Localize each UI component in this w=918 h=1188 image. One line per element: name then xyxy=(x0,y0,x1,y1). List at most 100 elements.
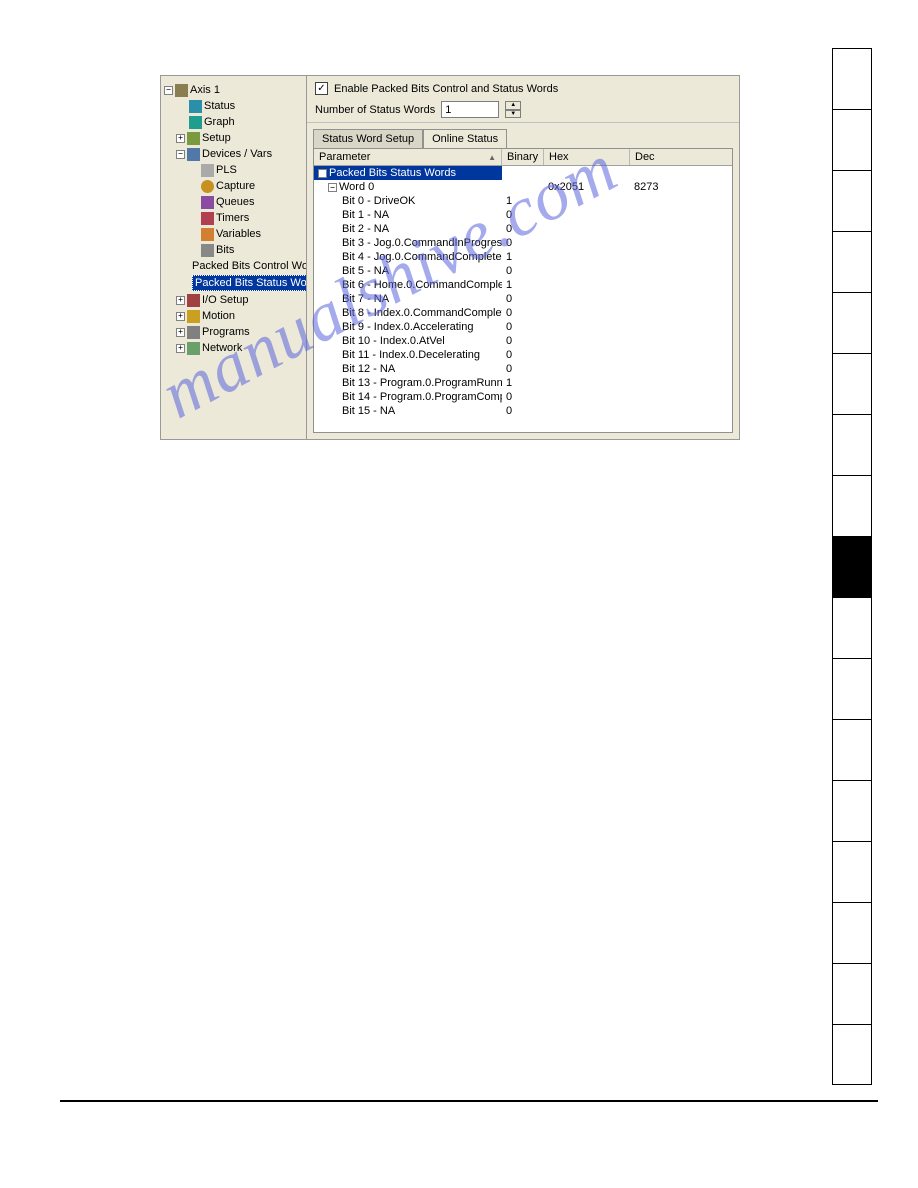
bit-label: Bit 15 - NA xyxy=(314,404,502,418)
side-tab[interactable] xyxy=(832,414,872,475)
table-body: −Packed Bits Status Words −Word 0 0x2051… xyxy=(314,166,732,418)
app-window: − Axis 1 Status Graph xyxy=(160,75,740,440)
tab-status-word-setup[interactable]: Status Word Setup xyxy=(313,129,423,148)
bit-value: 0 xyxy=(502,404,544,418)
collapse-icon[interactable]: − xyxy=(318,169,327,178)
side-tab[interactable] xyxy=(832,963,872,1024)
side-tab-strip xyxy=(832,48,872,1085)
side-tab[interactable] xyxy=(832,475,872,536)
side-tab[interactable] xyxy=(832,353,872,414)
row-root-label: Packed Bits Status Words xyxy=(329,167,456,179)
side-tab[interactable] xyxy=(832,597,872,658)
table-row-bit[interactable]: Bit 2 - NA0 xyxy=(314,222,732,236)
collapse-icon[interactable]: − xyxy=(328,183,337,192)
bit-label: Bit 4 - Jog.0.CommandComplete xyxy=(314,250,502,264)
tree-pls[interactable]: PLS xyxy=(188,162,303,178)
table-row-bit[interactable]: Bit 1 - NA0 xyxy=(314,208,732,222)
expand-icon[interactable]: + xyxy=(176,296,185,305)
table-row-bit[interactable]: Bit 6 - Home.0.CommandComplete1 xyxy=(314,278,732,292)
bit-value: 0 xyxy=(502,264,544,278)
tree-psw[interactable]: Packed Bits Status Words xyxy=(188,274,303,292)
bit-value: 0 xyxy=(502,348,544,362)
variables-icon xyxy=(201,228,214,241)
expand-icon[interactable]: + xyxy=(176,344,185,353)
tree-devices[interactable]: − Devices / Vars xyxy=(176,146,303,162)
table-row-bit[interactable]: Bit 8 - Index.0.CommandComplete0 xyxy=(314,306,732,320)
table-row-bit[interactable]: Bit 3 - Jog.0.CommandInProgress0 xyxy=(314,236,732,250)
side-tab[interactable] xyxy=(832,902,872,963)
side-tab[interactable] xyxy=(832,780,872,841)
table-row-bit[interactable]: Bit 7 - NA0 xyxy=(314,292,732,306)
side-tab[interactable] xyxy=(832,109,872,170)
table-row-bit[interactable]: Bit 15 - NA0 xyxy=(314,404,732,418)
expand-icon[interactable]: + xyxy=(176,134,185,143)
tree-queues[interactable]: Queues xyxy=(188,194,303,210)
side-tab[interactable] xyxy=(832,719,872,780)
num-words-label: Number of Status Words xyxy=(315,104,435,116)
tree-pcw[interactable]: Packed Bits Control Words xyxy=(188,258,303,274)
tabs: Status Word Setup Online Status xyxy=(307,123,739,148)
bit-label: Bit 10 - Index.0.AtVel xyxy=(314,334,502,348)
tree-variables[interactable]: Variables xyxy=(188,226,303,242)
bit-label: Bit 5 - NA xyxy=(314,264,502,278)
col-dec[interactable]: Dec xyxy=(630,149,710,165)
side-tab[interactable] xyxy=(832,1024,872,1085)
table-row-bit[interactable]: Bit 11 - Index.0.Decelerating0 xyxy=(314,348,732,362)
expand-icon[interactable]: + xyxy=(176,328,185,337)
side-tab[interactable] xyxy=(832,658,872,719)
side-tab[interactable] xyxy=(832,292,872,353)
table-row-bit[interactable]: Bit 13 - Program.0.ProgramRunning1 xyxy=(314,376,732,390)
sort-asc-icon: ▲ xyxy=(488,153,496,162)
table-row-bit[interactable]: Bit 9 - Index.0.Accelerating0 xyxy=(314,320,732,334)
table-row-bit[interactable]: Bit 12 - NA0 xyxy=(314,362,732,376)
bit-value: 0 xyxy=(502,390,544,404)
tree-capture[interactable]: Capture xyxy=(188,178,303,194)
bit-value: 1 xyxy=(502,250,544,264)
table-row-bit[interactable]: Bit 10 - Index.0.AtVel0 xyxy=(314,334,732,348)
side-tab[interactable] xyxy=(832,841,872,902)
row-packed-bits-root[interactable]: −Packed Bits Status Words xyxy=(314,166,732,180)
col-binary[interactable]: Binary xyxy=(502,149,544,165)
collapse-icon[interactable]: − xyxy=(164,86,173,95)
tree-bits[interactable]: Bits xyxy=(188,242,303,258)
tree-setup[interactable]: + Setup xyxy=(176,130,303,146)
tree-programs[interactable]: + Programs xyxy=(176,324,303,340)
side-tab[interactable] xyxy=(832,231,872,292)
bit-value: 0 xyxy=(502,236,544,250)
capture-icon xyxy=(201,180,214,193)
side-tab[interactable] xyxy=(832,48,872,109)
spin-down-icon[interactable]: ▼ xyxy=(505,110,521,119)
tree-timers[interactable]: Timers xyxy=(188,210,303,226)
tree-graph[interactable]: Graph xyxy=(176,114,303,130)
enable-checkbox[interactable]: ✓ xyxy=(315,82,328,95)
row-word0[interactable]: −Word 0 0x2051 8273 xyxy=(314,180,732,194)
tree-io[interactable]: + I/O Setup xyxy=(176,292,303,308)
table-row-bit[interactable]: Bit 4 - Jog.0.CommandComplete1 xyxy=(314,250,732,264)
col-parameter[interactable]: Parameter ▲ xyxy=(314,149,502,165)
spin-up-icon[interactable]: ▲ xyxy=(505,101,521,110)
tree-pcw-label: Packed Bits Control Words xyxy=(192,259,307,273)
bit-label: Bit 6 - Home.0.CommandComplete xyxy=(314,278,502,292)
expand-icon[interactable]: + xyxy=(176,312,185,321)
tree-network[interactable]: + Network xyxy=(176,340,303,356)
tree-axis[interactable]: − Axis 1 xyxy=(164,82,303,98)
side-tab[interactable] xyxy=(832,170,872,231)
table-row-bit[interactable]: Bit 14 - Program.0.ProgramComplete0 xyxy=(314,390,732,404)
motion-icon xyxy=(187,310,200,323)
table-row-bit[interactable]: Bit 5 - NA0 xyxy=(314,264,732,278)
tree-network-label: Network xyxy=(202,341,242,355)
tree-motion[interactable]: + Motion xyxy=(176,308,303,324)
status-table: Parameter ▲ Binary Hex Dec −Packed Bits … xyxy=(313,148,733,433)
bit-label: Bit 11 - Index.0.Decelerating xyxy=(314,348,502,362)
setup-icon xyxy=(187,132,200,145)
col-hex[interactable]: Hex xyxy=(544,149,630,165)
collapse-icon[interactable]: − xyxy=(176,150,185,159)
side-tab-active[interactable] xyxy=(832,536,872,597)
tree-status[interactable]: Status xyxy=(176,98,303,114)
bit-value: 0 xyxy=(502,222,544,236)
num-words-spinner[interactable]: ▲ ▼ xyxy=(505,101,521,118)
io-icon xyxy=(187,294,200,307)
num-words-input[interactable]: 1 xyxy=(441,101,499,118)
tab-online-status[interactable]: Online Status xyxy=(423,129,507,148)
table-row-bit[interactable]: Bit 0 - DriveOK1 xyxy=(314,194,732,208)
